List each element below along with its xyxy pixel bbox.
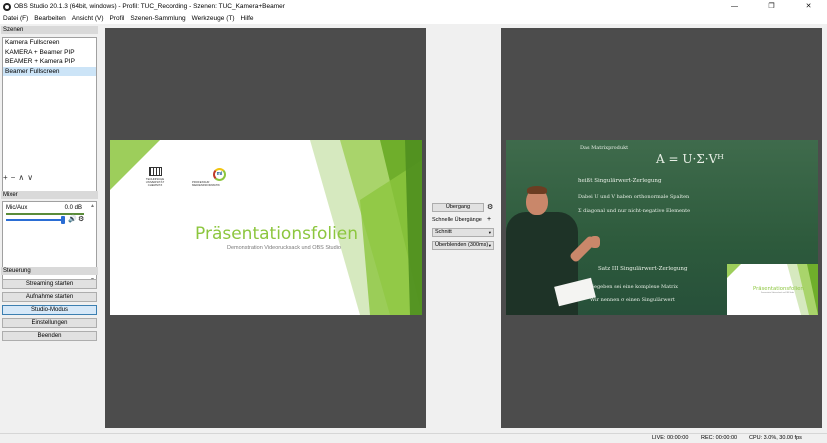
- settings-button[interactable]: Einstellungen: [2, 318, 97, 328]
- chalk-line: Dabei U und V haben orthonormale Spalten: [578, 194, 690, 200]
- exit-button[interactable]: Beenden: [2, 331, 97, 341]
- fade-transition-select[interactable]: Überblenden (300ms) ▾: [432, 241, 494, 250]
- window-controls: — ❐ ✕: [716, 0, 827, 13]
- menu-edit[interactable]: Bearbeiten: [34, 15, 65, 22]
- scenes-toolbar: + − ∧ ∨: [3, 174, 33, 182]
- menu-scene-collection[interactable]: Szenen-Sammlung: [130, 15, 185, 22]
- gear-icon[interactable]: ⚙: [78, 215, 84, 223]
- chalk-line: Das Matrixprodukt: [580, 145, 629, 151]
- presenter-hand: [590, 236, 600, 248]
- left-dock: Szenen Kamera Fullscreen KAMERA + Beamer…: [0, 24, 100, 443]
- add-scene-button[interactable]: +: [3, 174, 8, 182]
- tu-chemnitz-mark: [148, 167, 162, 176]
- presenter-hair: [527, 186, 547, 194]
- controls-dock-title: Steuerung: [1, 267, 98, 275]
- title-bar: OBS Studio 20.1.3 (64bit, windows) - Pro…: [0, 0, 827, 13]
- studio-mode-button[interactable]: Studio-Modus: [2, 305, 97, 315]
- cut-transition-label: Schnitt: [435, 229, 452, 235]
- scene-item[interactable]: KAMERA + Beamer PIP: [3, 48, 96, 58]
- cut-transition-select[interactable]: Schnitt ▾: [432, 228, 494, 237]
- menu-help[interactable]: Hilfe: [241, 15, 254, 22]
- menu-bar: Datei (F) Bearbeiten Ansicht (V) Profil …: [0, 13, 827, 24]
- slide-subtitle: Demonstration Videorucksack und OBS Stud…: [227, 245, 341, 251]
- quick-transitions-label: Schnelle Übergänge: [432, 217, 482, 223]
- tu-chemnitz-logo: TECHNISCHE UNIVERSITÄT CHEMNITZ: [142, 167, 168, 188]
- transition-button[interactable]: Übergang: [432, 203, 484, 212]
- add-transition-icon[interactable]: +: [487, 216, 491, 223]
- chevron-down-icon: ▾: [488, 230, 491, 235]
- scene-item[interactable]: BEAMER + Kamera PIP: [3, 57, 96, 67]
- chalk-line: A = U·Σ·Vᴴ: [656, 152, 724, 166]
- chalk-line: Wir nennen σ einen Singulärwert: [590, 297, 675, 303]
- slide-title: Präsentationsfolien: [195, 224, 359, 244]
- maximize-button[interactable]: ❐: [753, 0, 790, 13]
- pip-slide-title: Präsentationsfolien: [753, 286, 804, 292]
- program-scene: Das Matrixprodukt A = U·Σ·Vᴴ heißt Singu…: [506, 140, 818, 315]
- menu-tools[interactable]: Werkzeuge (T): [192, 15, 235, 22]
- mixer-dock-title: Mixer: [1, 191, 98, 199]
- move-scene-down-button[interactable]: ∨: [27, 174, 33, 182]
- chalk-line: Gegeben sei eine komplexe Matrix: [590, 284, 678, 290]
- mixer-level: 0.0 dB: [64, 205, 82, 211]
- scene-item-selected[interactable]: Beamer Fullscreen: [3, 66, 96, 76]
- window-title: OBS Studio 20.1.3 (64bit, windows) - Pro…: [14, 3, 285, 10]
- scene-item[interactable]: Kamera Fullscreen: [3, 38, 96, 48]
- scenes-dock-title: Szenen: [1, 26, 98, 34]
- mi-logo-text: PROFESSUR MEDIENINFORMATIK: [192, 180, 220, 188]
- cpu-status: CPU: 3.0%, 30.00 fps: [749, 435, 802, 441]
- mi-logo: mi PROFESSUR MEDIENINFORMATIK: [192, 168, 228, 187]
- minimize-button[interactable]: —: [716, 0, 753, 13]
- volume-slider-handle[interactable]: [61, 216, 65, 224]
- menu-file[interactable]: Datei (F): [3, 15, 28, 22]
- chalk-line: Σ diagonal und nur nicht-negative Elemen…: [578, 208, 691, 214]
- fade-transition-label: Überblenden (300ms): [435, 242, 489, 248]
- chevron-down-icon: ▾: [488, 243, 491, 248]
- scenes-list[interactable]: Kamera Fullscreen KAMERA + Beamer PIP BE…: [2, 37, 97, 196]
- menu-profile[interactable]: Profil: [110, 15, 125, 22]
- status-bar: LIVE: 00:00:00 REC: 00:00:00 CPU: 3.0%, …: [0, 433, 827, 443]
- speaker-icon[interactable]: 🔊: [68, 215, 77, 223]
- live-status: LIVE: 00:00:00: [652, 435, 689, 441]
- remove-scene-button[interactable]: −: [11, 174, 16, 182]
- slide-pip: Präsentationsfolien Demonstration Videor…: [727, 264, 818, 315]
- chalk-line: Satz III Singulärwert-Zerlegung: [598, 266, 688, 272]
- menu-view[interactable]: Ansicht (V): [72, 15, 104, 22]
- mi-logo-mark: mi: [213, 168, 226, 181]
- close-button[interactable]: ✕: [790, 0, 827, 13]
- move-scene-up-button[interactable]: ∧: [18, 174, 24, 182]
- chalk-line: heißt Singulärwert-Zerlegung: [578, 178, 662, 184]
- preview-slide: TECHNISCHE UNIVERSITÄT CHEMNITZ mi PROFE…: [110, 140, 422, 315]
- start-streaming-button[interactable]: Streaming starten: [2, 279, 97, 289]
- volume-slider-fill: [6, 219, 64, 221]
- tu-chemnitz-text: TECHNISCHE UNIVERSITÄT CHEMNITZ: [145, 177, 165, 188]
- pip-slide-subtitle: Demonstration Videorucksack und OBS Stud…: [761, 293, 795, 294]
- scroll-up-icon[interactable]: ▲: [90, 203, 95, 209]
- start-recording-button[interactable]: Aufnahme starten: [2, 292, 97, 302]
- mixer-source-name: Mic/Aux: [6, 205, 28, 211]
- gear-icon[interactable]: ⚙: [487, 204, 493, 211]
- obs-logo-icon: [3, 2, 11, 11]
- rec-status: REC: 00:00:00: [701, 435, 738, 441]
